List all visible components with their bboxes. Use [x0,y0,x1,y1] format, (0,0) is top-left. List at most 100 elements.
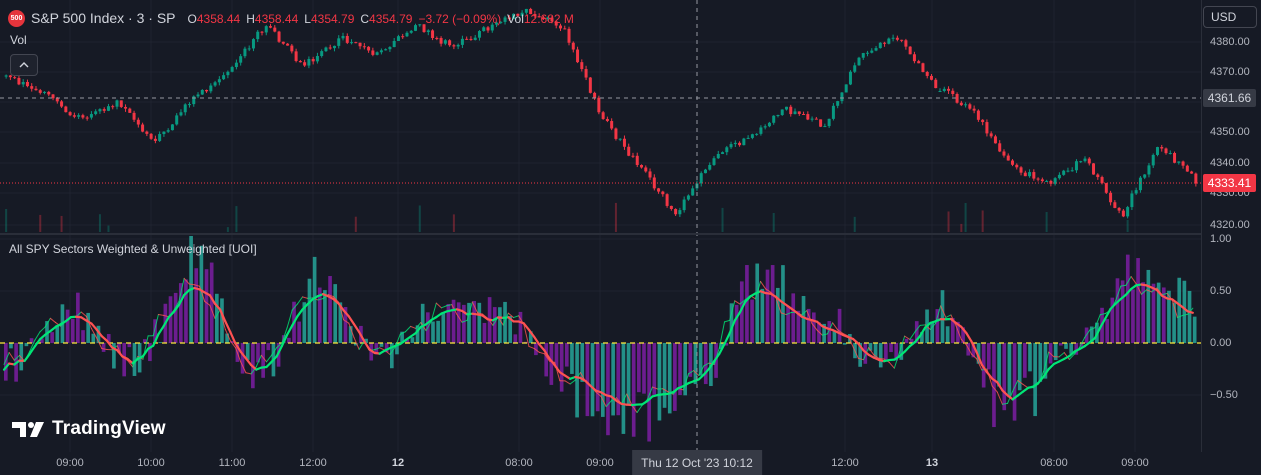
candle-body [187,104,191,106]
candle-body [1104,183,1108,193]
candle-body [1126,207,1130,217]
histogram-bar [1105,319,1110,343]
candle-body [141,124,145,132]
histogram-bar [837,308,842,343]
candle-body [665,194,669,206]
candle-body [153,138,157,141]
candle-body [998,143,1002,152]
candle-body [691,188,695,196]
candle-body [115,100,119,107]
candle-body [797,111,801,114]
candle-body [439,38,443,44]
ohlc-value: 4358.44 [254,11,299,26]
histogram-bar [441,312,446,343]
unweighted-line [528,345,535,349]
unweighted-line [8,352,15,361]
symbol-badge[interactable]: 500 [8,9,25,27]
chart-canvas[interactable] [0,0,1201,475]
histogram-bar [266,343,271,351]
unweighted-line [564,380,571,385]
candle-body [648,171,652,178]
unweighted-line [888,361,895,369]
candle-body [1113,202,1117,208]
histogram-bar [1115,278,1120,343]
weighted-line [1104,307,1112,320]
candle-body [332,45,336,49]
volume-label[interactable]: Vol [10,33,27,47]
candle-body [64,106,68,113]
weighted-line [723,332,731,346]
candle-body [132,112,136,120]
histogram-bar [760,288,765,343]
candle-body [686,195,690,200]
histogram-bar [65,309,70,343]
histogram-bar [1131,289,1135,343]
candle-body [571,42,575,50]
unweighted-line [945,314,952,318]
time-axis[interactable]: 09:00 10:00 11:00 12:00 12 08:00 09:00 12:00 13 0… [0,452,1201,475]
indicator-tick-label: 1.00 [1210,233,1232,245]
collapse-legend-button[interactable] [10,54,38,76]
candle-body [77,115,81,117]
candle-body [840,92,844,102]
candle-body [597,97,601,113]
candle-body [1181,161,1185,166]
ohlc-value: −3.72 (−0.09%) [418,11,502,26]
histogram-bar [884,343,888,362]
time-tick-label: 09:00 [56,457,84,469]
candle-body [200,89,204,95]
price-tick-label: 4380.00 [1210,36,1250,48]
candle-body [1079,161,1083,163]
ohlc-values: O4358.44 H4358.44 L4354.79 C4354.79 −3.72 (−… [188,11,580,26]
histogram-bar [29,338,34,343]
histogram-bar [703,343,708,385]
candle-body [307,59,311,66]
candle-body [1066,170,1070,172]
candle-body [810,118,814,120]
weighted-line [903,345,911,353]
candle-body [55,98,59,102]
volume-bar [1126,219,1129,232]
candle-body [793,111,797,115]
unweighted-line [538,351,545,355]
histogram-bar [513,334,518,343]
candle-body [985,122,989,134]
histogram-bar [842,343,847,345]
histogram-bar [570,343,574,374]
candle-body [362,46,366,48]
candle-body [755,133,759,135]
candle-body [145,131,149,134]
histogram-bar [755,263,760,343]
candle-body [1173,153,1177,163]
candle-body [315,56,319,62]
histogram-bar [642,343,646,394]
histogram-bar [410,337,415,343]
histogram-bar [986,343,991,370]
histogram-bar [307,278,312,343]
histogram-bar [904,338,909,343]
candle-body [925,71,929,76]
candle-body [431,30,435,38]
candle-body [43,91,47,93]
indicator-title[interactable]: All SPY Sectors Weighted & Unweighted [U… [9,242,257,256]
candle-body [1194,173,1198,184]
price-candles [4,7,1198,232]
histogram-bar [1187,290,1192,343]
tradingview-logo[interactable]: TradingView [12,418,166,440]
candle-body [635,155,639,165]
candle-body [776,115,780,117]
symbol-title[interactable]: S&P 500 Index · 3 · SP [31,10,176,26]
candle-body [814,118,818,120]
time-tick-label: 13 [925,457,939,469]
histogram-bar [472,301,476,343]
histogram-bar [1064,343,1068,349]
price-axis[interactable]: 4380.00 4370.00 4350.00 4340.00 4330.00 4320.… [1201,0,1261,452]
histogram-bar [1023,343,1027,378]
histogram-bar [81,330,85,343]
histogram-bar [765,269,770,343]
unweighted-line [1058,352,1065,358]
histogram-bar [734,304,739,343]
pane-divider[interactable] [0,233,1201,235]
candle-body [320,51,324,57]
histogram-bar [482,322,487,343]
